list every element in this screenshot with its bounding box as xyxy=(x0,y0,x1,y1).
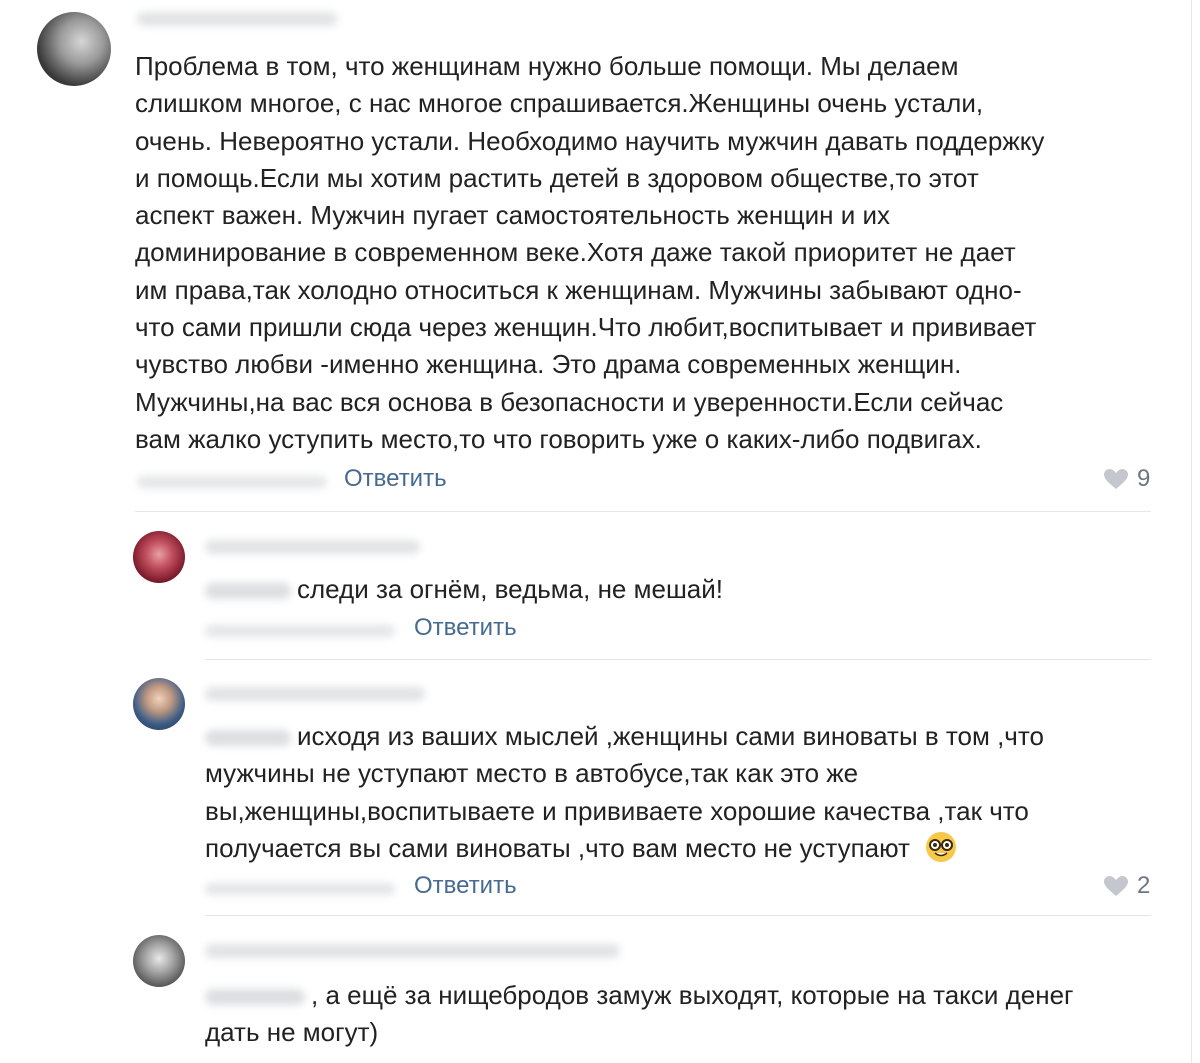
like-count: 9 xyxy=(1137,465,1151,492)
comment-line: получается вы сами виноваты ,что вам мес… xyxy=(205,832,910,863)
like-button[interactable]: 9 xyxy=(1103,465,1150,493)
avatar[interactable] xyxy=(133,531,185,583)
comment-line: слишком многое, с нас многое спрашиваетс… xyxy=(135,88,984,119)
comment-line: Проблема в том, что женщинам нужно больш… xyxy=(135,51,959,81)
like-count: 2 xyxy=(1137,872,1151,899)
comment-line: и помощь.Если мы хотим растить детей в з… xyxy=(135,162,979,193)
timestamp[interactable] xyxy=(205,883,395,895)
reply-to-name[interactable] xyxy=(205,730,291,747)
comment-line: исходя из ваших мыслей ,женщины сами вин… xyxy=(297,721,1044,751)
like-button[interactable]: 2 xyxy=(1103,872,1150,900)
timestamp[interactable] xyxy=(205,625,395,637)
heart-icon xyxy=(1104,876,1128,896)
comment-line: им права,так холодно относиться к женщин… xyxy=(135,274,1022,305)
separator xyxy=(205,915,1151,916)
heart-icon xyxy=(1104,469,1128,489)
author-name[interactable] xyxy=(205,540,420,554)
avatar[interactable] xyxy=(37,12,111,86)
comment-line: мужчины не уступают место в автобусе,так… xyxy=(205,758,859,789)
comment-text: , а ещё за нищебродов замуж выходят, кот… xyxy=(205,977,1074,1052)
comment-line: Мужчины,на вас вся основа в безопасности… xyxy=(135,386,1004,417)
comment-line: очень. Невероятно устали. Необходимо нау… xyxy=(135,125,1045,156)
reply-link[interactable]: Ответить xyxy=(414,872,517,900)
separator xyxy=(205,659,1151,660)
reply-to-name[interactable] xyxy=(205,989,305,1006)
comment-line: аспект важен. Мужчин пугает самостоятель… xyxy=(135,200,890,231)
reply-link[interactable]: Ответить xyxy=(414,614,517,642)
comment-text: исходя из ваших мыслей ,женщины сами вин… xyxy=(205,718,1044,867)
comment-line: дать не могут) xyxy=(205,1017,379,1048)
comment-line: , а ещё за нищебродов замуж выходят, кот… xyxy=(311,980,1074,1010)
avatar[interactable] xyxy=(133,935,185,987)
comment-line: вы,женщины,воспитываете и прививаете хор… xyxy=(205,795,1029,826)
author-name[interactable] xyxy=(205,944,620,958)
timestamp[interactable] xyxy=(137,476,327,488)
nerd-face-emoji xyxy=(926,831,957,862)
comment-line: чувство любви -именно женщина. Это драма… xyxy=(135,349,962,380)
reply-to-name[interactable] xyxy=(205,583,291,600)
comment-line: доминирование в современном веке.Хотя да… xyxy=(135,237,1016,268)
comment-line: что сами пришли сюда через женщин.Что лю… xyxy=(135,312,1037,343)
separator xyxy=(135,511,1151,512)
comment-text: следи за огнём, ведьма, не мешай! xyxy=(205,571,723,608)
comment-line: вам жалко уступить место,то что говорить… xyxy=(135,423,982,454)
author-name[interactable] xyxy=(205,687,425,701)
author-name[interactable] xyxy=(137,12,337,26)
reply-link[interactable]: Ответить xyxy=(344,465,447,493)
comment-text: Проблема в том, что женщинам нужно больш… xyxy=(135,48,1044,458)
avatar[interactable] xyxy=(133,678,185,730)
comment-line: следи за огнём, ведьма, не мешай! xyxy=(297,574,724,604)
page-border xyxy=(1191,0,1192,1063)
